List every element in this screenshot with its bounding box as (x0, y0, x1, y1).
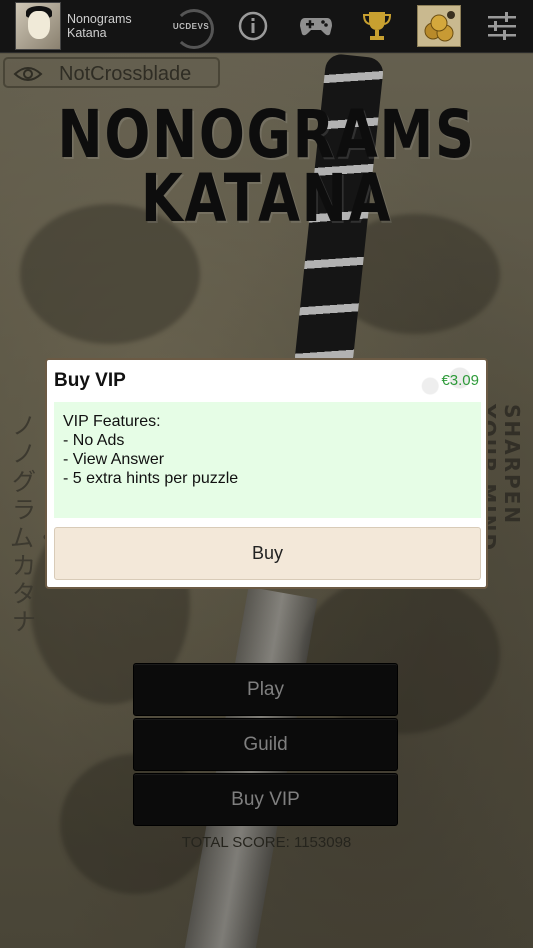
app-title-line1: Nonograms (67, 12, 132, 26)
coins-icon[interactable] (417, 5, 461, 47)
feature-item: - 5 extra hints per puzzle (63, 470, 239, 487)
vip-price: €3.09 (441, 372, 479, 389)
feature-item: - No Ads (63, 432, 125, 449)
app-logo-icon[interactable] (15, 2, 61, 50)
buy-button[interactable]: Buy (54, 527, 481, 580)
buy-vip-dialog: Buy VIP €3.09 VIP Features: - No Ads - V… (45, 358, 488, 589)
gamepad-icon[interactable] (297, 8, 335, 44)
dialog-title: Buy VIP (54, 370, 126, 391)
trophy-icon[interactable] (358, 8, 396, 44)
feature-item: - View Answer (63, 451, 165, 468)
ucdevs-label: UCDEVS (172, 21, 210, 31)
ucdevs-logo-icon[interactable]: UCDEVS (170, 8, 214, 49)
app-title: Nonograms Katana (67, 12, 132, 40)
app-title-line2: Katana (67, 26, 107, 40)
info-icon[interactable] (236, 8, 270, 44)
features-heading: VIP Features: (63, 413, 161, 430)
settings-sliders-icon[interactable] (484, 8, 520, 44)
vip-features-box: VIP Features: - No Ads - View Answer - 5… (54, 402, 481, 518)
top-app-bar: Nonograms Katana UCDEVS (0, 0, 533, 53)
